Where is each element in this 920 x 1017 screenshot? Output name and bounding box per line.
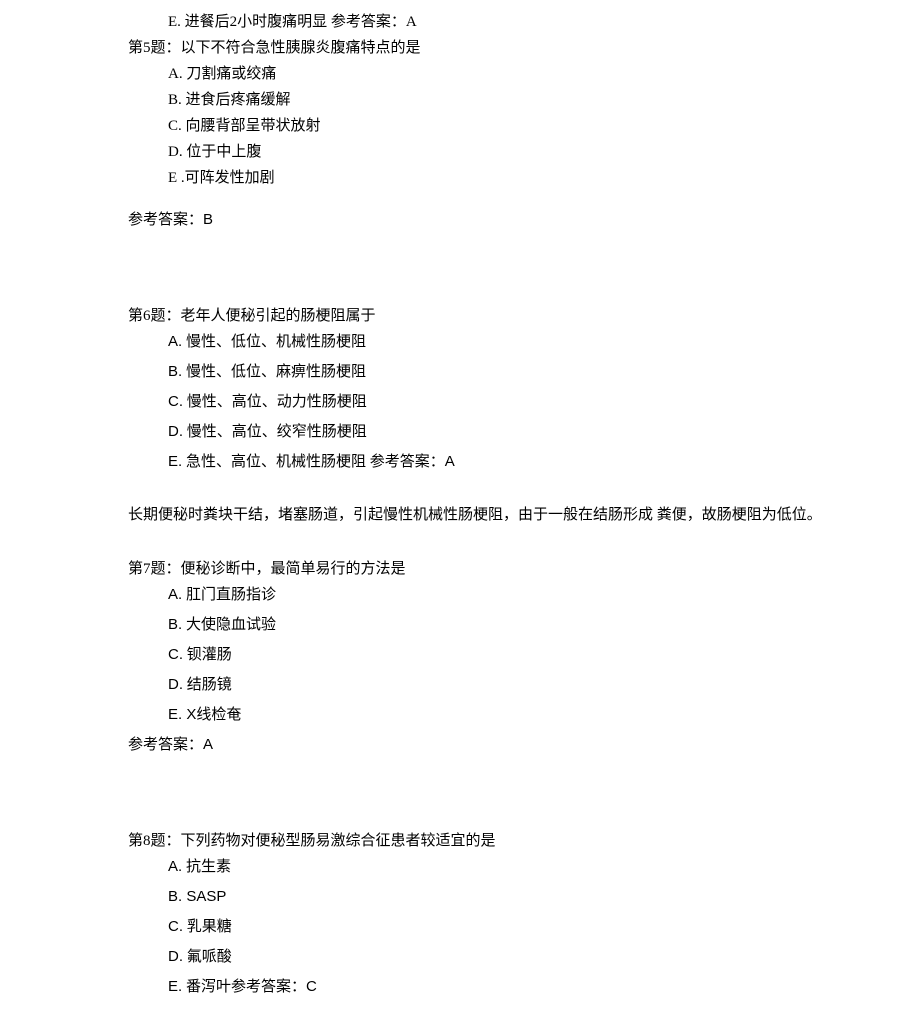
q7-option-e: E. X线检奄 [128,703,840,727]
option-text: 慢性、高位、绞窄性肠梗阻 [183,424,367,440]
q4-option-e: E. 进餐后2小时腹痛明显 参考答案：A [128,10,840,34]
option-letter: E. [168,978,182,995]
q6-option-a: A. 慢性、低位、机械性肠梗阻 [128,330,840,354]
option-letter: C. [168,646,183,663]
option-letter: D. [168,423,183,440]
q6-option-b: B. 慢性、低位、麻痹性肠梗阻 [128,360,840,384]
q5-option-e: E .可阵发性加剧 [128,166,840,190]
q5-option-d: D. 位于中上腹 [128,140,840,164]
q8-option-e: E. 番泻叶参考答案：C [128,975,840,999]
option-letter: B. [168,363,182,380]
q8-title: 第8题：下列药物对便秘型肠易激综合征患者较适宜的是 [128,829,840,853]
option-text: SASP [182,888,226,905]
option-text: 番泻叶参考答案： [182,979,306,995]
option-text-suffix: 线检奄 [196,707,241,723]
q6-title: 第6题：老年人便秘引起的肠梗阻属于 [128,304,840,328]
q6-option-e: E. 急性、高位、机械性肠梗阻 参考答案：A [128,450,840,474]
option-text: 乳果糖 [183,919,232,935]
q5-answer-label: 参考答案： [128,212,203,228]
option-text: 慢性、低位、麻痹性肠梗阻 [182,364,366,380]
option-letter: D. [168,676,183,693]
option-text: 抗生素 [182,859,231,875]
option-letter: D. [168,948,183,965]
q6-option-c: C. 慢性、高位、动力性肠梗阻 [128,390,840,414]
q8-option-b: B. SASP [128,885,840,909]
q7-option-b: B. 大使隐血试验 [128,613,840,637]
q7-answer-label: 参考答案： [128,737,203,753]
option-text: 肛门直肠指诊 [182,587,276,603]
q4-option-e-text: E. 进餐后2小时腹痛明显 参考答案：A [168,14,417,30]
option-letter: C. [168,393,183,410]
q7-option-a: A. 肛门直肠指诊 [128,583,840,607]
q6-explanation: 长期便秘时粪块干结，堵塞肠道，引起慢性机械性肠梗阻，由于一般在结肠形成 粪便，故… [128,502,840,529]
q7-answer-value: A [203,736,213,753]
q8-option-c: C. 乳果糖 [128,915,840,939]
option-text: 结肠镜 [183,677,232,693]
option-text: 急性、高位、机械性肠梗阻 参考答案： [182,454,445,470]
q5-option-b: B. 进食后疼痛缓解 [128,88,840,112]
document-content: E. 进餐后2小时腹痛明显 参考答案：A 第5题：以下不符合急性胰腺炎腹痛特点的… [0,10,920,999]
q6-option-d: D. 慢性、高位、绞窄性肠梗阻 [128,420,840,444]
option-letter: B. [168,888,182,905]
q5-answer: 参考答案：B [128,208,840,232]
option-text: 大使隐血试验 [182,617,276,633]
q8-option-d: D. 氟哌酸 [128,945,840,969]
q7-option-d: D. 结肠镜 [128,673,840,697]
option-text: 慢性、高位、动力性肠梗阻 [183,394,367,410]
option-letter: A. [168,333,182,350]
q8-option-a: A. 抗生素 [128,855,840,879]
option-letter: B. [168,616,182,633]
q7-title: 第7题：便秘诊断中，最简单易行的方法是 [128,557,840,581]
option-letter: A. [168,858,182,875]
q5-title: 第5题：以下不符合急性胰腺炎腹痛特点的是 [128,36,840,60]
option-text: 氟哌酸 [183,949,232,965]
option-text-prefix: X [182,706,196,723]
q5-option-a: A. 刀割痛或绞痛 [128,62,840,86]
q5-answer-value: B [203,211,213,228]
option-text: 钡灌肠 [183,647,232,663]
option-letter: C. [168,918,183,935]
inline-answer-value: C [306,978,317,995]
q7-answer: 参考答案：A [128,733,840,757]
option-letter: A. [168,586,182,603]
q5-option-c: C. 向腰背部呈带状放射 [128,114,840,138]
inline-answer-value: A [445,453,455,470]
q7-option-c: C. 钡灌肠 [128,643,840,667]
option-letter: E. [168,706,182,723]
option-text: 慢性、低位、机械性肠梗阻 [182,334,366,350]
option-letter: E. [168,453,182,470]
